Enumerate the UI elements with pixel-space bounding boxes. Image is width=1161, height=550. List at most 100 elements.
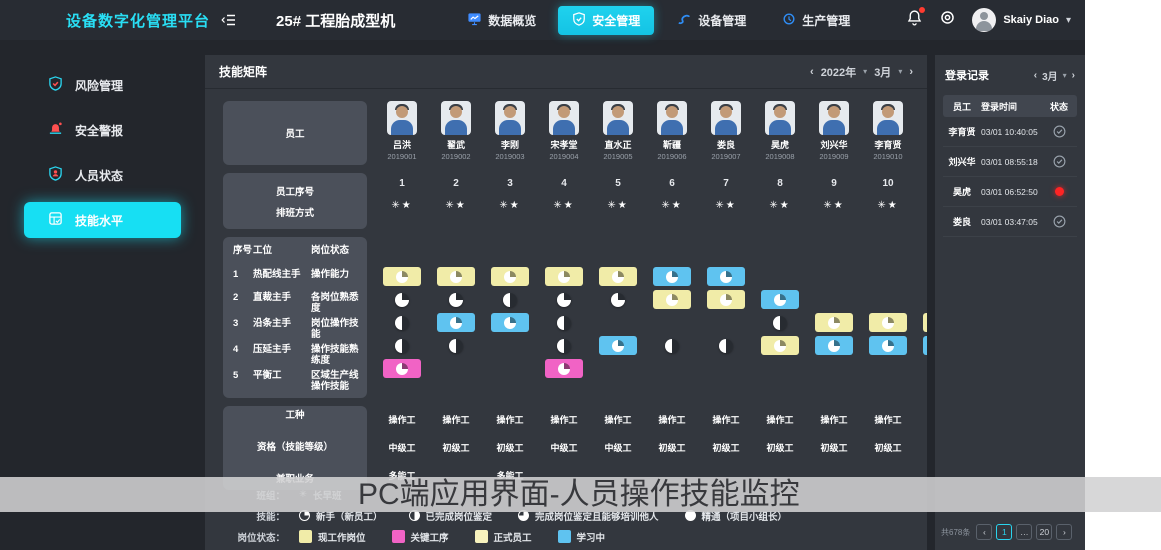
pagination-page-button[interactable]: 20 [1036, 524, 1052, 540]
job-band-label: 工种 [285, 402, 304, 430]
sidebar-item-risk-management[interactable]: 风险管理 [24, 67, 181, 103]
employee-number: 9 [807, 173, 861, 195]
employee-number: 8 [753, 173, 807, 195]
login-panel-header: 登录记录 ‹ 3月 ▾ › [935, 55, 1085, 93]
skill-ball [557, 339, 571, 353]
employee-id: 2019009 [819, 152, 848, 161]
matrix-cell [915, 336, 927, 355]
skill-ball [557, 293, 571, 307]
matrix-cell [429, 339, 483, 353]
shift-mode-icons: ✳★ [807, 195, 861, 217]
job-type-cell: 操作工 [645, 406, 699, 434]
nav-safety-management[interactable]: 安全管理 [558, 6, 654, 35]
matrix-cell [483, 267, 537, 286]
next-month-icon[interactable]: › [1072, 70, 1075, 81]
skill-ball [449, 293, 463, 307]
skill-chip [761, 290, 799, 309]
pagination-page-button[interactable]: … [1016, 524, 1032, 540]
matrix-cell [807, 313, 861, 332]
employee-label: 员工 [285, 126, 304, 140]
login-employee-name: 李育贤 [943, 125, 981, 138]
skill-ball [396, 271, 408, 283]
login-table-body: 李育贤03/01 10:40:05刘兴华03/01 08:55:18昊虎03/0… [943, 117, 1077, 237]
skill-row-label: 1热配线主手操作能力 [233, 265, 359, 288]
login-employee-name: 昊虎 [943, 185, 981, 198]
job-type-cell: 操作工 [591, 406, 645, 434]
login-row: 刘兴华03/01 08:55:18 [943, 147, 1077, 177]
month-select[interactable]: 3月 [874, 64, 891, 80]
matrix-cell [645, 339, 699, 353]
nav-device-management[interactable]: 设备管理 [662, 6, 760, 35]
employee-number: 2 [429, 173, 483, 195]
status-legend-item: 现工作岗位 [299, 530, 366, 544]
check-circle-icon [1053, 215, 1066, 228]
nav-label: 安全管理 [592, 12, 640, 29]
user-menu[interactable]: Skaiy Diao ▾ [972, 8, 1071, 32]
skill-ball [558, 363, 570, 375]
nav-production-management[interactable]: 生产管理 [768, 6, 864, 35]
employee-label-box: 员工 [223, 101, 367, 165]
login-table-header: 员工 登录时间 状态 [943, 95, 1077, 117]
employee-number: 3 [483, 173, 537, 195]
matrix-cell [591, 293, 645, 307]
login-employee-name: 娄良 [943, 215, 981, 228]
app-logo: 设备数字化管理平台 [66, 10, 210, 31]
sidebar-item-label: 安全警报 [75, 122, 123, 139]
status-legend-label: 岗位状态： [223, 530, 285, 544]
skill-ball [665, 339, 679, 353]
employee-card: 直水正2019005 [591, 101, 645, 161]
skill-ball [395, 293, 409, 307]
skill-chip [383, 267, 421, 286]
menu-collapse-icon[interactable] [220, 11, 238, 29]
employee-name: 翟武 [447, 138, 465, 151]
pagination-page-button[interactable]: 1 [996, 524, 1012, 540]
login-time: 03/01 06:52:50 [981, 187, 1045, 197]
year-select[interactable]: 2022年 [821, 64, 856, 80]
page: 设备数字化管理平台 25# 工程胎成型机 数据概览 安全管理 设备管理 生产管理 Sk… [0, 0, 1161, 550]
matrix-cell [537, 267, 591, 286]
employee-number: 11 [915, 173, 927, 195]
next-month-icon[interactable]: › [909, 66, 913, 78]
skill-row-label: 3沿条主手岗位操作技能 [233, 314, 359, 340]
matrix-cell [861, 313, 915, 332]
login-month-select[interactable]: 3月 [1042, 68, 1058, 83]
employee-id: 2019002 [441, 152, 470, 161]
employee-band: 员工 吕洪2019001翟武2019002李刚2019003宋孝堂2019004… [223, 101, 927, 165]
grade-cell: 初级工 [645, 434, 699, 462]
skill-ball [450, 271, 462, 283]
sidebar: 风险管理安全警报人员状态技能水平 [0, 40, 205, 550]
skill-chip [545, 359, 583, 378]
employee-card: 李刚2019003 [483, 101, 537, 161]
employee-avatar [765, 101, 795, 135]
emp-no-label: 员工序号 [276, 184, 314, 198]
settings-gear-icon[interactable] [939, 9, 956, 31]
sidebar-item-safety-alert[interactable]: 安全警报 [24, 112, 181, 148]
grade-cell: 初级工 [861, 434, 915, 462]
prev-month-icon[interactable]: ‹ [1034, 70, 1037, 81]
employee-id: 2019007 [711, 152, 740, 161]
prev-month-icon[interactable]: ‹ [810, 66, 814, 78]
matrix-cell [429, 313, 483, 332]
employee-card: 靳疆2019006 [645, 101, 699, 161]
pagination-prev-button[interactable]: ‹ [976, 524, 992, 540]
skill-chip [815, 313, 853, 332]
sidebar-item-skill-level[interactable]: 技能水平 [24, 202, 181, 238]
employee-name: 李刚 [501, 138, 519, 151]
snowflake-star-icon: ✳★ [661, 195, 682, 217]
shift-mode-icons: ✳★ [699, 195, 753, 217]
employee-name: 刘兴华 [820, 138, 847, 151]
login-row: 昊虎03/01 06:52:50 [943, 177, 1077, 207]
skill-chip [437, 267, 475, 286]
nav-data-overview[interactable]: 数据概览 [453, 5, 550, 35]
status-legend-item: 关键工序 [392, 530, 449, 544]
sidebar-item-personnel-status[interactable]: 人员状态 [24, 157, 181, 193]
matrix-cell [537, 316, 591, 330]
machine-title: 25# 工程胎成型机 [276, 10, 395, 31]
pagination-next-button[interactable]: › [1056, 524, 1072, 540]
notification-bell-icon[interactable] [906, 9, 923, 31]
nav-label: 设备管理 [698, 12, 746, 29]
job-type-cell: 操作工 [375, 406, 429, 434]
matrix-cell [807, 336, 861, 355]
skill-ball [611, 293, 625, 307]
matrix-cell [375, 293, 429, 307]
